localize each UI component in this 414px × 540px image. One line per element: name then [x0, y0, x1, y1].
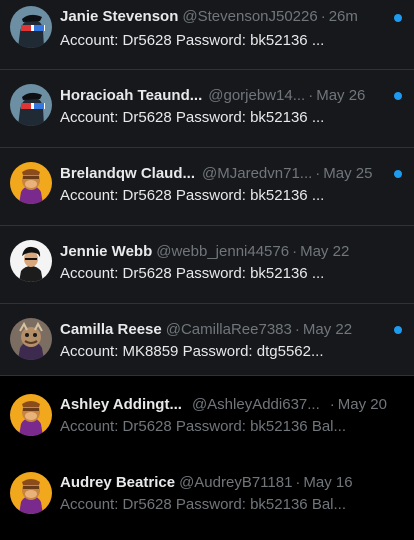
ape-avatar-icon[interactable]: [10, 394, 52, 436]
message-preview: Account: Dr5628 Password: bk52136 ...: [60, 265, 325, 282]
conversation-row[interactable]: Ashley Addingt... @AshleyAddi637... · May 2…: [0, 376, 414, 460]
message-preview: Account: Dr5628 Password: bk52136 ...: [60, 109, 325, 126]
sender-name: Horacioah Teaund...: [60, 87, 203, 104]
conversation-row[interactable]: Audrey Beatrice @AudreyB71181 · May 16 Acco…: [0, 460, 414, 540]
sender-name: Janie Stevenson: [60, 8, 179, 25]
monster-avatar-icon[interactable]: [10, 318, 52, 360]
sender-name: Ashley Addingt...: [60, 396, 182, 413]
unread-indicator: [394, 170, 402, 178]
separator: ·: [320, 8, 326, 25]
message-date: May 22: [300, 243, 350, 260]
conversation-header: Brelandqw Claud... @MJaredvn71... · May 25: [60, 164, 394, 184]
separator: ·: [315, 165, 321, 182]
sender-name: Jennie Webb: [60, 243, 153, 260]
separator: ·: [294, 321, 300, 338]
ape-avatar-icon[interactable]: [10, 472, 52, 514]
conversation-list: Janie Stevenson @StevensonJ50226 · 26m Acco…: [0, 0, 414, 540]
separator: ·: [295, 474, 301, 491]
message-preview: Account: MK8859 Password: dtg5562...: [60, 343, 324, 360]
conversation-row[interactable]: Jennie Webb @webb_jenni44576 · May 22 Accou…: [0, 226, 414, 304]
message-date: May 25: [323, 165, 373, 182]
conversation-row[interactable]: Horacioah Teaund... @gorjebw14... · May 26 …: [0, 70, 414, 148]
glasses-avatar-icon[interactable]: [10, 6, 52, 48]
separator: ·: [292, 243, 298, 260]
sender-handle: @webb_jenni44576: [156, 243, 290, 260]
message-date: 26m: [328, 8, 358, 25]
sender-handle: @StevensonJ50226: [182, 8, 318, 25]
unread-indicator: [394, 14, 402, 22]
message-preview: Account: Dr5628 Password: bk52136 ...: [60, 32, 325, 49]
conversation-row[interactable]: Brelandqw Claud... @MJaredvn71... · May 25 …: [0, 148, 414, 226]
conversation-header: Audrey Beatrice @AudreyB71181 · May 16: [60, 473, 394, 493]
conversation-header: Ashley Addingt... @AshleyAddi637... · May 2…: [60, 395, 394, 415]
unread-indicator: [394, 326, 402, 334]
separator: ·: [329, 396, 335, 413]
cartoon-person-avatar-icon[interactable]: [10, 240, 52, 282]
conversation-header: Camilla Reese @CamillaRee7383 · May 22: [60, 320, 394, 340]
conversation-header: Janie Stevenson @StevensonJ50226 · 26m: [60, 7, 394, 27]
glasses-avatar-icon[interactable]: [10, 84, 52, 126]
sender-handle: @CamillaRee7383: [165, 321, 292, 338]
message-preview: Account: Dr5628 Password: bk52136 Bal...: [60, 496, 346, 513]
sender-handle: @gorjebw14...: [208, 87, 306, 104]
conversation-header: Jennie Webb @webb_jenni44576 · May 22: [60, 242, 394, 262]
sender-name: Audrey Beatrice: [60, 474, 176, 491]
message-date: May 20: [337, 396, 387, 413]
conversation-row[interactable]: Camilla Reese @CamillaRee7383 · May 22 Acco…: [0, 304, 414, 376]
message-preview: Account: Dr5628 Password: bk52136 Bal...: [60, 418, 346, 435]
message-date: May 26: [316, 87, 366, 104]
separator: ·: [308, 87, 314, 104]
unread-indicator: [394, 92, 402, 100]
conversation-header: Horacioah Teaund... @gorjebw14... · May 26: [60, 86, 394, 106]
message-preview: Account: Dr5628 Password: bk52136 ...: [60, 187, 325, 204]
message-date: May 16: [303, 474, 353, 491]
sender-handle: @AshleyAddi637...: [191, 396, 320, 413]
ape-avatar-icon[interactable]: [10, 162, 52, 204]
sender-name: Brelandqw Claud...: [60, 165, 196, 182]
message-date: May 22: [302, 321, 353, 338]
sender-handle: @AudreyB71181: [179, 474, 293, 491]
sender-handle: @MJaredvn71...: [202, 165, 313, 182]
conversation-row[interactable]: Janie Stevenson @StevensonJ50226 · 26m Acco…: [0, 0, 414, 70]
sender-name: Camilla Reese: [60, 321, 162, 338]
